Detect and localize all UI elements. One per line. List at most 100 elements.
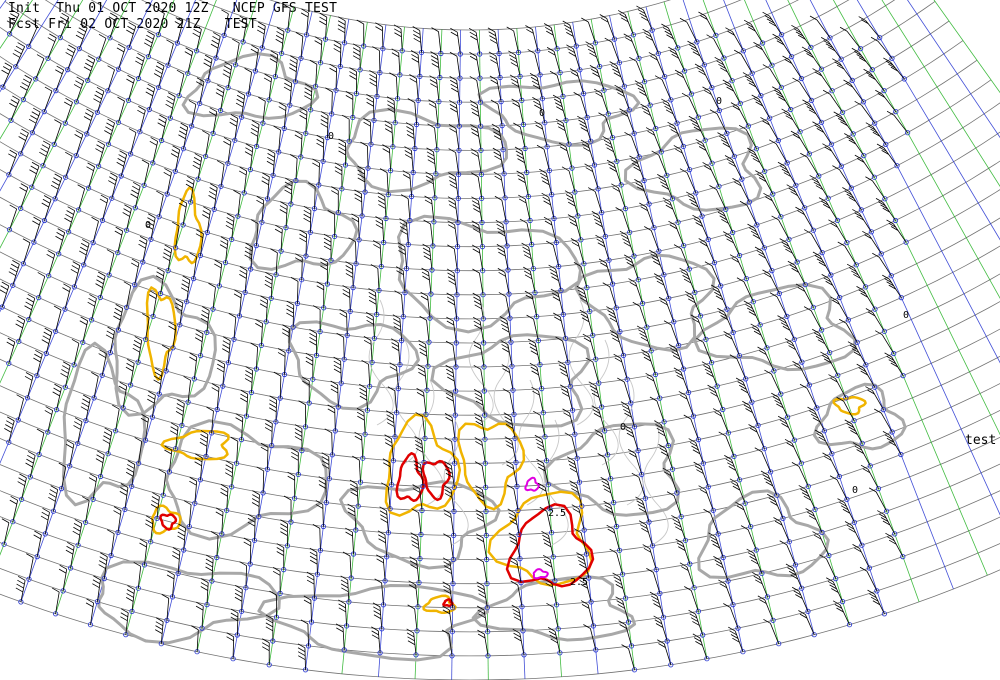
wind-barb-flag xyxy=(236,94,245,100)
wind-barb-flag xyxy=(145,523,153,529)
wind-barb-shaft xyxy=(424,368,428,391)
wind-barb-flag xyxy=(393,322,401,327)
wind-barb-flag xyxy=(60,372,68,378)
wind-barb-flag xyxy=(406,632,415,638)
wind-barb-shaft xyxy=(398,52,401,75)
wind-barb-flag xyxy=(309,555,318,561)
wind-barb-shaft xyxy=(373,98,375,121)
wind-barb-flag xyxy=(387,386,396,392)
wind-barb-flag xyxy=(250,131,258,137)
wind-barb-shaft xyxy=(28,26,38,47)
wind-barb-flag xyxy=(349,71,357,76)
wind-barb-flag xyxy=(372,602,381,608)
wind-barb-flag xyxy=(216,367,225,373)
wind-barb-flag xyxy=(58,20,66,25)
wind-barb-flag xyxy=(352,43,361,49)
wind-barb-flag xyxy=(431,59,439,64)
wind-barb-flag xyxy=(39,151,47,157)
wind-barb-flag xyxy=(24,375,33,381)
wind-barb-flag xyxy=(208,195,216,200)
wind-barb-flag xyxy=(337,20,346,26)
wind-barb-flag xyxy=(275,35,284,40)
wind-barb-shaft xyxy=(33,220,41,243)
wind-barb-flag xyxy=(81,239,90,244)
wind-barb-flag xyxy=(474,392,482,398)
latitude-line xyxy=(0,569,1000,680)
wind-barb-flag xyxy=(447,296,455,302)
wind-barb-flag xyxy=(420,295,429,301)
wind-barb-flag xyxy=(337,24,346,30)
wind-barb-flag xyxy=(261,176,270,182)
wind-barb-flag xyxy=(470,128,479,133)
wind-barb-flag xyxy=(447,376,455,382)
wind-barb-flag xyxy=(127,464,135,469)
wind-barb-flag xyxy=(58,568,67,574)
wind-barb-shaft xyxy=(304,647,306,670)
wind-barb-flag xyxy=(374,578,382,584)
wind-barb-flag xyxy=(80,246,88,252)
wind-barb-shaft xyxy=(449,537,454,560)
wind-barb-flag xyxy=(8,271,17,277)
wind-barb-shaft xyxy=(358,460,361,483)
wind-barb-shaft xyxy=(686,22,698,43)
wind-barb-flag xyxy=(265,622,274,628)
wind-barb-flag xyxy=(371,626,379,632)
wind-barb-flag xyxy=(411,54,419,59)
wind-barb-flag xyxy=(411,508,419,514)
wind-barb-flag xyxy=(225,224,234,230)
wind-barb-flag xyxy=(299,114,307,120)
wind-barb-shaft xyxy=(395,76,398,99)
wind-barb-flag xyxy=(145,91,153,97)
wind-barb-flag xyxy=(375,216,383,221)
wind-barb-flag xyxy=(384,128,393,133)
wind-barb-shaft xyxy=(434,127,438,150)
wind-barb-flag xyxy=(377,196,386,201)
wind-barb-flag xyxy=(102,439,110,445)
wind-barb-flag xyxy=(40,148,48,153)
wind-barb-flag xyxy=(245,374,253,379)
wind-barb-shaft xyxy=(628,648,635,670)
wind-barb-flag xyxy=(30,165,38,171)
wind-barb-shaft xyxy=(9,13,20,35)
wind-barb-flag xyxy=(316,142,324,148)
latitude-line xyxy=(0,328,1000,464)
wind-barb-flag xyxy=(404,154,413,159)
wind-barb-flag xyxy=(300,12,309,18)
wind-barb-flag xyxy=(419,315,427,321)
wind-barb-flag xyxy=(407,604,415,610)
wind-barb-flag xyxy=(154,629,163,634)
wind-barb-shaft xyxy=(32,111,41,133)
wind-barb-flag xyxy=(447,272,455,278)
wind-barb-flag xyxy=(195,605,204,611)
wind-barb-flag xyxy=(235,417,243,422)
wind-barb-flag xyxy=(340,579,349,585)
wind-barb-flag xyxy=(157,122,165,128)
wind-barb-shaft xyxy=(20,132,29,154)
wind-barb-flag xyxy=(351,213,359,219)
wind-barb-flag xyxy=(151,500,159,505)
wind-barb-shaft xyxy=(355,241,357,264)
wind-barb-flag xyxy=(264,283,272,289)
magenta-contour xyxy=(524,476,540,492)
wind-barb-flag xyxy=(88,477,97,482)
wind-barb-flag xyxy=(146,87,154,93)
wind-barb-flag xyxy=(341,114,350,120)
latitude-line xyxy=(0,383,1000,512)
wind-barb-shaft xyxy=(810,310,822,331)
wind-barb-flag xyxy=(52,181,60,186)
wind-barb-flag xyxy=(163,252,171,258)
wind-barb-flag xyxy=(314,40,322,45)
wind-barb-flag xyxy=(203,62,211,68)
wind-barb-flag xyxy=(283,86,292,92)
wind-barb-flag xyxy=(10,263,19,269)
wind-barb-flag xyxy=(73,425,81,430)
gray-contour xyxy=(287,320,420,411)
wind-barb-flag xyxy=(280,523,288,529)
wind-barb-flag xyxy=(120,487,128,492)
wind-barb-flag xyxy=(283,495,292,501)
wind-barb-flag xyxy=(371,634,380,640)
wind-barb-flag xyxy=(426,151,435,157)
wind-barb-shaft xyxy=(866,571,878,592)
wind-barb-flag xyxy=(404,146,412,151)
wind-barb-flag xyxy=(360,141,368,147)
